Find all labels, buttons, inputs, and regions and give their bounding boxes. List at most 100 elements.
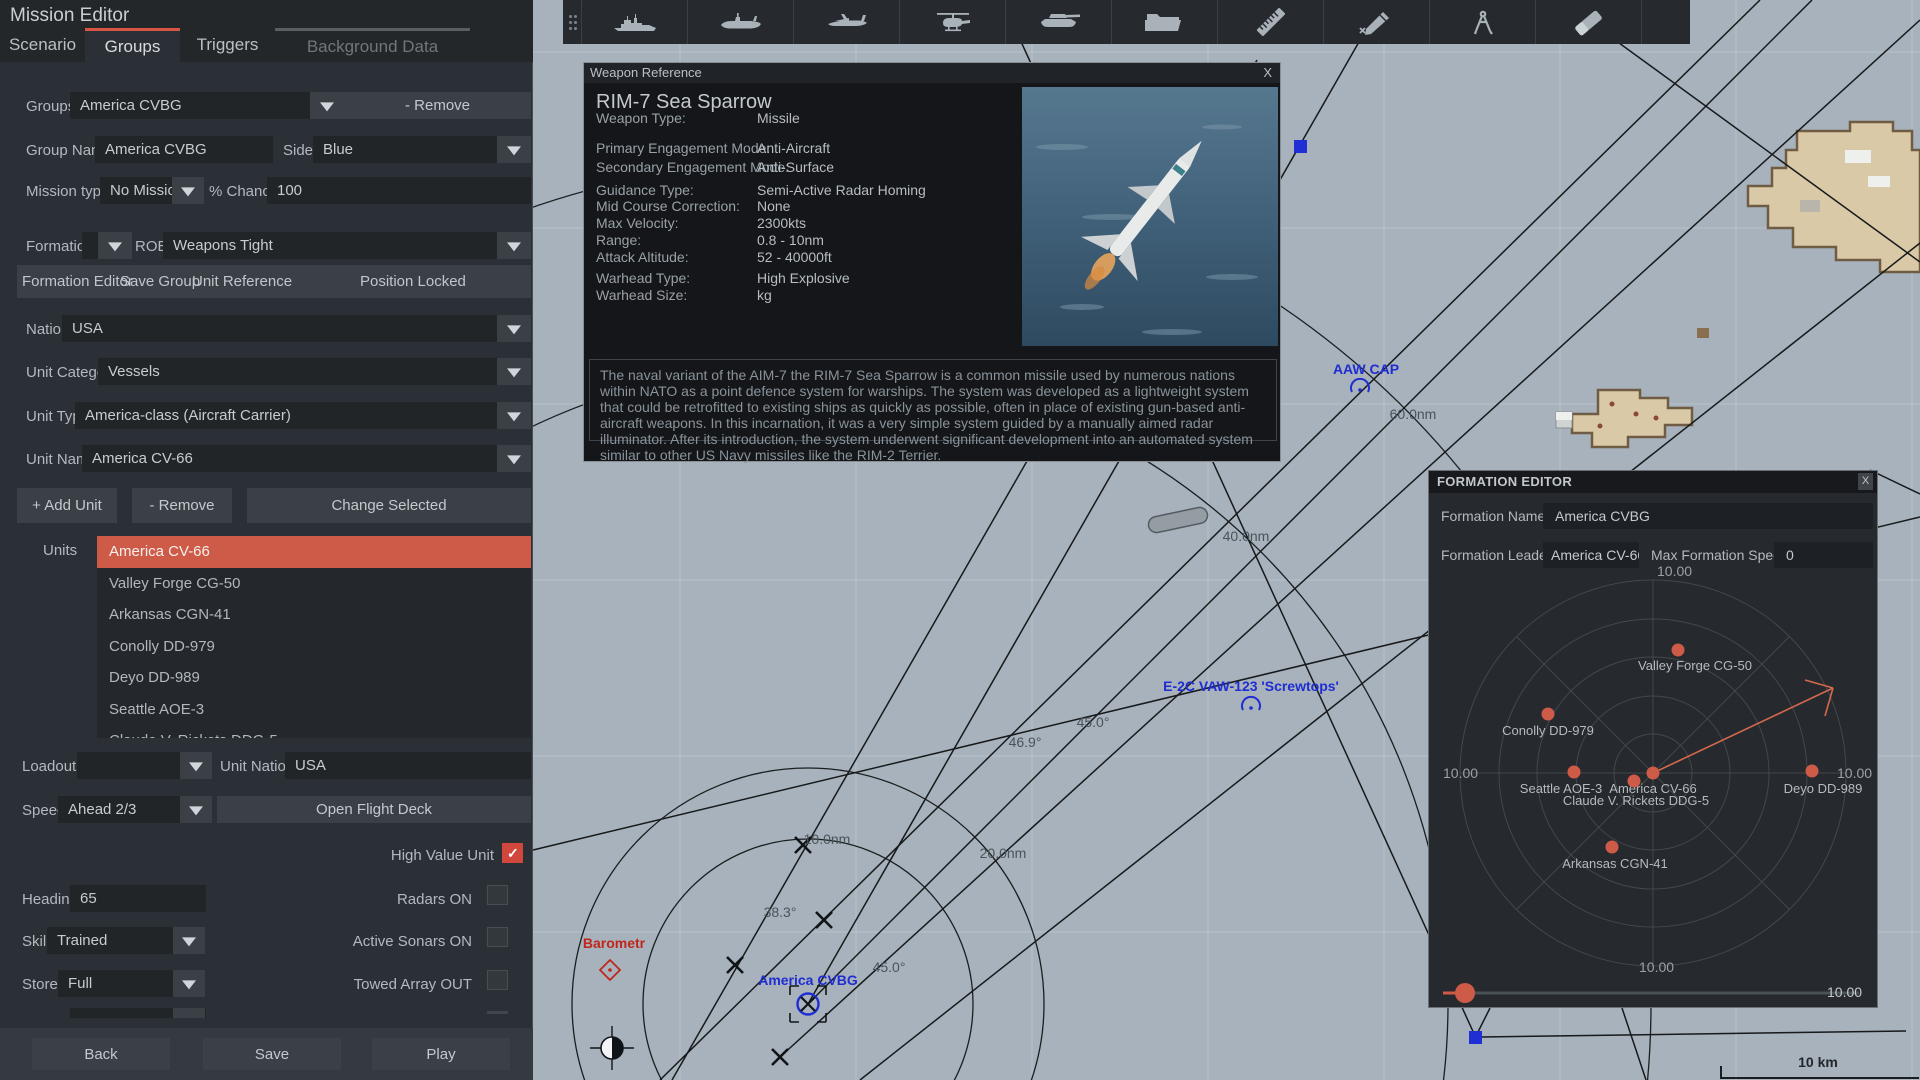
toolbar-pencil-button[interactable] bbox=[1323, 0, 1429, 44]
high-value-unit-checkbox[interactable] bbox=[502, 843, 523, 863]
side-dropdown-button[interactable] bbox=[497, 136, 531, 163]
tab-groups[interactable]: Groups bbox=[85, 28, 180, 62]
app-window: AAW CAP 60.0nm 40.0nm E-2C VAW-123 'Screwto… bbox=[0, 0, 1920, 1080]
unit-list-item[interactable]: America CV-66 bbox=[97, 536, 531, 568]
chance-input[interactable]: 100 bbox=[267, 177, 531, 204]
close-icon[interactable]: X bbox=[1263, 65, 1272, 80]
toolbar-surface-ship-button[interactable] bbox=[581, 0, 687, 44]
stat-label: Mid Course Correction: bbox=[596, 198, 740, 214]
unit-type-dropdown-button[interactable] bbox=[497, 402, 531, 429]
mission-type-select[interactable]: No Mission bbox=[100, 177, 172, 204]
add-unit-button[interactable]: + Add Unit bbox=[17, 488, 117, 523]
groups-dropdown-button[interactable] bbox=[310, 92, 344, 119]
skill-select[interactable]: Trained bbox=[47, 927, 173, 954]
formation-ship-dot[interactable] bbox=[1627, 774, 1641, 788]
speed-dropdown-button[interactable] bbox=[180, 796, 212, 823]
units-list[interactable]: America CV-66 Valley Forge CG-50 Arkansas … bbox=[97, 536, 531, 738]
radars-checkbox[interactable] bbox=[487, 885, 508, 905]
formation-ship-dot[interactable] bbox=[1567, 765, 1581, 779]
unit-category-dropdown-button[interactable] bbox=[497, 358, 531, 385]
play-button[interactable]: Play bbox=[372, 1038, 510, 1070]
roe-dropdown-button[interactable] bbox=[497, 232, 531, 259]
hostile-diamond-marker[interactable] bbox=[598, 958, 622, 982]
towed-array-checkbox[interactable] bbox=[487, 970, 508, 990]
active-sonars-label: Active Sonars ON bbox=[352, 933, 472, 950]
back-button[interactable]: Back bbox=[32, 1038, 170, 1070]
formation-ship-dot[interactable] bbox=[1671, 643, 1685, 657]
nation-select[interactable]: USA bbox=[62, 315, 531, 342]
waypoint-square[interactable] bbox=[1469, 1031, 1482, 1044]
mission-type-dropdown-button[interactable] bbox=[172, 177, 204, 204]
save-button[interactable]: Save bbox=[203, 1038, 341, 1070]
group-name-input[interactable]: America CVBG bbox=[95, 136, 273, 163]
formation-range-slider[interactable] bbox=[1443, 983, 1859, 1003]
map-label[interactable]: Barometr bbox=[583, 935, 645, 951]
remove-unit-button[interactable]: - Remove bbox=[132, 488, 232, 523]
save-group-button[interactable]: Save Group bbox=[120, 273, 200, 290]
toolbar-helicopter-button[interactable] bbox=[899, 0, 1005, 44]
contact-x-marks[interactable] bbox=[726, 836, 833, 1066]
formation-editor-button[interactable]: Formation Editor bbox=[22, 273, 133, 290]
unit-name-dropdown-button[interactable] bbox=[497, 445, 531, 472]
formation-dropdown-button[interactable] bbox=[98, 232, 132, 259]
stat-value: Anti-Aircraft bbox=[757, 140, 831, 156]
speed-select[interactable]: Ahead 2/3 bbox=[58, 796, 180, 823]
formation-ship-dot[interactable] bbox=[1541, 707, 1555, 721]
tab-triggers[interactable]: Triggers bbox=[180, 28, 275, 62]
toolbar-folder-button[interactable] bbox=[1111, 0, 1217, 44]
toolbar-eraser-button[interactable] bbox=[1535, 0, 1641, 44]
roe-select[interactable]: Weapons Tight bbox=[163, 232, 497, 259]
stores-select[interactable]: Full bbox=[58, 970, 173, 997]
unit-nation-select[interactable]: USA bbox=[285, 752, 531, 779]
pencil-icon bbox=[1358, 12, 1389, 35]
map-label[interactable]: America CVBG bbox=[758, 972, 858, 988]
change-selected-button[interactable]: Change Selected bbox=[247, 488, 531, 523]
toolbar-submarine-button[interactable] bbox=[687, 0, 793, 44]
bullseye-marker[interactable] bbox=[590, 1026, 634, 1070]
compass-icon bbox=[1473, 10, 1493, 35]
unit-list-item[interactable]: Valley Forge CG-50 bbox=[97, 568, 531, 600]
unit-list-item[interactable]: Conolly DD-979 bbox=[97, 631, 531, 663]
groups-select[interactable]: America CVBG bbox=[70, 92, 310, 119]
nation-dropdown-button[interactable] bbox=[497, 315, 531, 342]
unit-list-item[interactable]: Deyo DD-989 bbox=[97, 662, 531, 694]
slider-value: 10.00 bbox=[1827, 984, 1863, 1000]
weapon-description: The naval variant of the AIM-7 the RIM-7… bbox=[589, 359, 1277, 463]
unit-type-select[interactable]: America-class (Aircraft Carrier) bbox=[75, 402, 531, 429]
tab-scenario[interactable]: Scenario bbox=[0, 28, 85, 62]
formation-ship-dot[interactable] bbox=[1805, 764, 1819, 778]
formation-editor-window: FORMATION EDITOR X Formation Name Americ… bbox=[1428, 470, 1878, 1008]
map-label[interactable]: AAW CAP bbox=[1333, 361, 1399, 377]
position-locked-toggle[interactable]: Position Locked bbox=[360, 273, 466, 290]
tab-background-data[interactable]: Background Data bbox=[275, 28, 470, 62]
unit-list-item[interactable]: Seattle AOE-3 bbox=[97, 694, 531, 726]
active-sonars-checkbox[interactable] bbox=[487, 927, 508, 947]
formation-ship-dot[interactable] bbox=[1646, 766, 1660, 780]
stores-dropdown-button[interactable] bbox=[173, 970, 205, 997]
toolbar-aircraft-button[interactable] bbox=[793, 0, 899, 44]
toolbar-ruler-button[interactable] bbox=[1217, 0, 1323, 44]
skill-dropdown-button[interactable] bbox=[173, 927, 205, 954]
unit-reference-button[interactable]: Unit Reference bbox=[192, 273, 292, 290]
toolbar-drag-handle[interactable] bbox=[563, 0, 581, 44]
loadouts-select[interactable] bbox=[77, 752, 180, 779]
unit-category-select[interactable]: Vessels bbox=[98, 358, 531, 385]
toolbar-tank-button[interactable] bbox=[1005, 0, 1111, 44]
slider-knob[interactable] bbox=[1455, 983, 1475, 1003]
unit-list-item[interactable]: Arkansas CGN-41 bbox=[97, 599, 531, 631]
unit-name-select[interactable]: America CV-66 bbox=[82, 445, 531, 472]
stat-value: 52 - 40000ft bbox=[757, 249, 832, 265]
stat-label: Warhead Type: bbox=[596, 270, 691, 286]
toolbar-compass-button[interactable] bbox=[1429, 0, 1535, 44]
unit-list-item[interactable]: Claude V. Rickets DDG-5 bbox=[97, 725, 531, 738]
remove-group-button[interactable]: - Remove bbox=[344, 92, 531, 119]
formation-select[interactable] bbox=[82, 232, 98, 259]
formation-polar-chart[interactable] bbox=[1429, 471, 1877, 1007]
waypoint-square[interactable] bbox=[1294, 140, 1307, 153]
loadouts-dropdown-button[interactable] bbox=[180, 752, 212, 779]
open-flight-deck-button[interactable]: Open Flight Deck bbox=[217, 796, 531, 823]
weapon-reference-titlebar[interactable]: Weapon Reference X bbox=[584, 63, 1280, 83]
formation-ship-dot[interactable] bbox=[1605, 840, 1619, 854]
map-label[interactable]: E-2C VAW-123 'Screwtops' bbox=[1163, 678, 1339, 694]
heading-input[interactable]: 65 bbox=[70, 885, 206, 912]
